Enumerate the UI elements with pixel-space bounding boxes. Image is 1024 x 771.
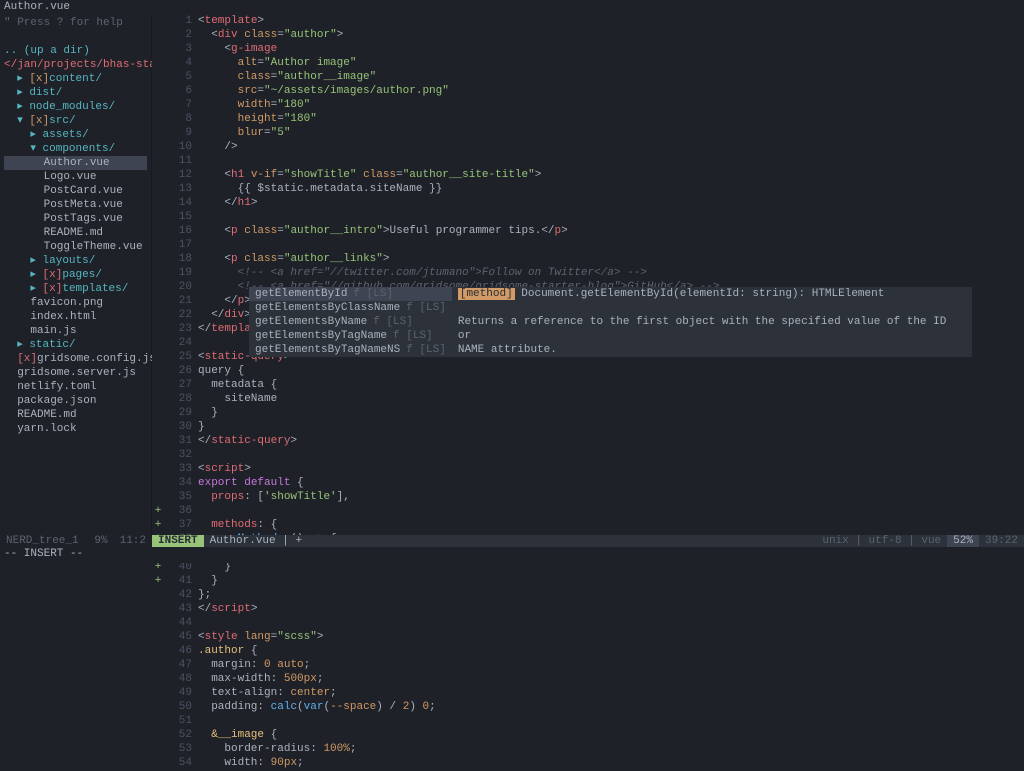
tree-file[interactable]: PostTags.vue — [4, 212, 147, 226]
file-tree[interactable]: " Press ? for help .. (up a dir) </jan/p… — [0, 14, 152, 534]
tree-dir[interactable]: ▸ assets/ — [4, 128, 147, 142]
tree-file[interactable]: README.md — [4, 408, 147, 422]
tree-file[interactable]: yarn.lock — [4, 422, 147, 436]
tree-root[interactable]: </jan/projects/bhas-static/ — [4, 58, 147, 72]
titlebar: Author.vue — [0, 0, 1024, 14]
tree-dir[interactable]: ▾ [x]src/ — [4, 114, 147, 128]
completion-popup[interactable]: getElementByIdf [LS]getElementsByClassNa… — [249, 287, 972, 357]
completion-item[interactable]: getElementsByClassNamef [LS] — [249, 301, 452, 315]
tree-dir[interactable]: ▸ [x]templates/ — [4, 282, 147, 296]
statusline: NERD_tree_1 9% 11:2 INSERT Author.vue | … — [0, 535, 1024, 547]
completion-doc: [method] Document.getElementById(element… — [452, 287, 972, 357]
tree-file[interactable]: package.json — [4, 394, 147, 408]
tree-file[interactable]: index.html — [4, 310, 147, 324]
tree-file[interactable]: favicon.png — [4, 296, 147, 310]
tree-dir[interactable]: ▸ dist/ — [4, 86, 147, 100]
line-gutter: 1234567891011121314151617181920212223242… — [164, 14, 198, 534]
tree-dir[interactable]: ▸ [x]content/ — [4, 72, 147, 86]
completion-item[interactable]: getElementByIdf [LS] — [249, 287, 452, 301]
tree-updir[interactable]: .. (up a dir) — [4, 44, 147, 58]
completion-item[interactable]: getElementsByTagNameNSf [LS] — [249, 343, 452, 357]
mode-indicator: INSERT — [152, 535, 204, 547]
completion-item[interactable]: getElementsByTagNamef [LS] — [249, 329, 452, 343]
tree-file[interactable]: README.md — [4, 226, 147, 240]
tree-file[interactable]: main.js — [4, 324, 147, 338]
tree-dir[interactable]: ▸ node_modules/ — [4, 100, 147, 114]
editor-pane[interactable]: ++++++ 123456789101112131415161718192021… — [152, 14, 1024, 534]
completion-item[interactable]: getElementsByNamef [LS] — [249, 315, 452, 329]
tree-file[interactable]: netlify.toml — [4, 380, 147, 394]
code-area[interactable]: <template> <div class="author"> <g-image… — [198, 14, 1024, 534]
tree-file[interactable]: Author.vue — [4, 156, 147, 170]
tree-file[interactable]: PostMeta.vue — [4, 198, 147, 212]
tree-file[interactable]: PostCard.vue — [4, 184, 147, 198]
tree-dir[interactable]: ▸ static/ — [4, 338, 147, 352]
tree-file[interactable]: ToggleTheme.vue — [4, 240, 147, 254]
tree-file[interactable]: gridsome.server.js — [4, 366, 147, 380]
tree-dir[interactable]: ▸ [x]pages/ — [4, 268, 147, 282]
command-line[interactable]: -- INSERT -- — [0, 547, 1024, 563]
tree-file[interactable]: [x]gridsome.config.js — [4, 352, 147, 366]
tree-dir[interactable]: ▾ components/ — [4, 142, 147, 156]
tree-help: " Press ? for help — [4, 16, 147, 30]
tree-file[interactable]: Logo.vue — [4, 170, 147, 184]
tree-dir[interactable]: ▸ layouts/ — [4, 254, 147, 268]
